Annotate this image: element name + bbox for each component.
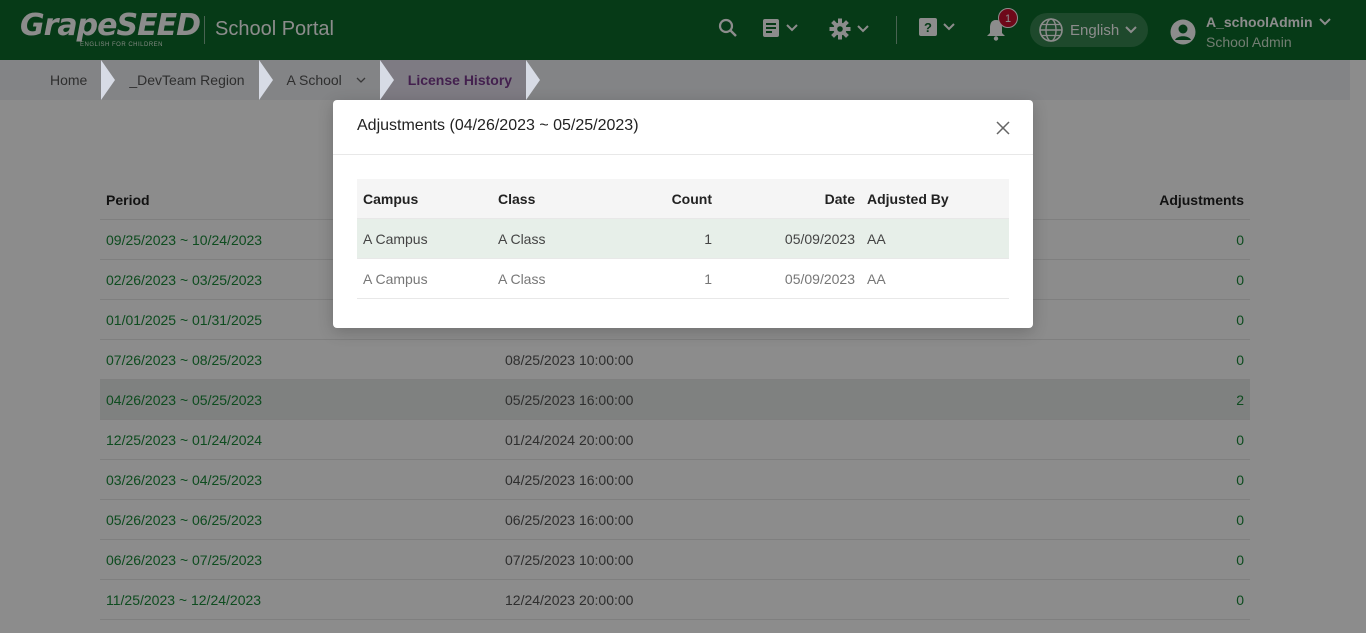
column-header-campus: Campus xyxy=(363,191,419,207)
adjusted-by-cell: AA xyxy=(867,231,886,247)
count-cell: 1 xyxy=(704,231,712,247)
campus-cell: A Campus xyxy=(363,271,428,287)
campus-cell: A Campus xyxy=(363,231,428,247)
adjustments-dialog: Adjustments (04/26/2023 ~ 05/25/2023) Ca… xyxy=(333,100,1033,328)
close-icon xyxy=(996,121,1010,135)
table-header-row: Campus Class Count Date Adjusted By xyxy=(357,179,1009,219)
dialog-header: Adjustments (04/26/2023 ~ 05/25/2023) xyxy=(333,100,1033,155)
adjusted-by-cell: AA xyxy=(867,271,886,287)
table-row[interactable]: A Campus A Class 1 05/09/2023 AA xyxy=(357,259,1009,299)
column-header-adjusted-by: Adjusted By xyxy=(867,191,949,207)
adjustments-table: Campus Class Count Date Adjusted By A Ca… xyxy=(357,179,1009,299)
date-cell: 05/09/2023 xyxy=(784,271,855,287)
close-button[interactable] xyxy=(993,118,1013,138)
date-cell: 05/09/2023 xyxy=(784,231,855,247)
count-cell: 1 xyxy=(704,271,712,287)
class-cell: A Class xyxy=(498,271,546,287)
class-cell: A Class xyxy=(498,231,546,247)
table-row[interactable]: A Campus A Class 1 05/09/2023 AA xyxy=(357,219,1009,259)
column-header-class: Class xyxy=(498,191,536,207)
column-header-date: Date xyxy=(824,191,855,207)
dialog-title: Adjustments (04/26/2023 ~ 05/25/2023) xyxy=(357,117,639,134)
column-header-count: Count xyxy=(671,191,712,207)
